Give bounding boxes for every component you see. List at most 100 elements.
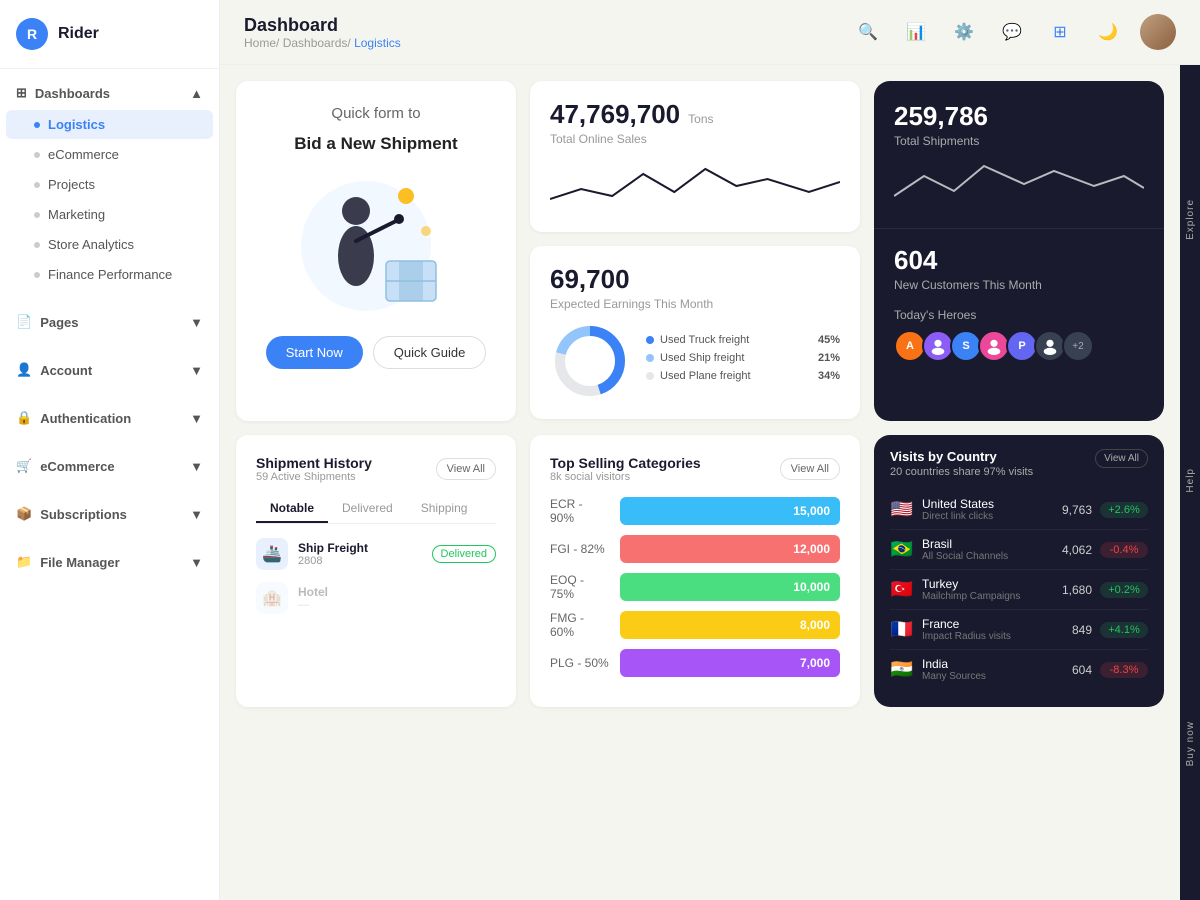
country-row-in: 🇮🇳 India Many Sources 604 -8.3%	[890, 650, 1148, 689]
grid-icon[interactable]: ⊞	[1044, 16, 1076, 48]
account-label: Account	[40, 363, 92, 378]
user-avatar[interactable]	[1140, 14, 1176, 50]
shipments-chart	[894, 156, 1144, 216]
sidebar-item-ecommerce[interactable]: eCommerce	[6, 140, 213, 169]
explore-label[interactable]: Explore	[1185, 199, 1196, 240]
chat-icon[interactable]: 💬	[996, 16, 1028, 48]
br-change: -0.4%	[1100, 542, 1148, 558]
page-title: Dashboard	[244, 15, 401, 36]
sidebar-item-logistics-label: Logistics	[48, 117, 105, 132]
sidebar-item-marketing-label: Marketing	[48, 207, 105, 222]
eoq-label: EOQ - 75%	[550, 573, 610, 601]
fr-change: +4.1%	[1100, 622, 1148, 638]
dashboards-group[interactable]: ⊞ Dashboards ▲	[0, 77, 219, 109]
total-sales-label: Total Online Sales	[550, 132, 840, 146]
top-selling-subtitle: 8k social visitors	[550, 471, 701, 483]
us-name: United States	[922, 497, 1044, 511]
content-wrapper: Quick form to Bid a New Shipment	[220, 65, 1200, 900]
eoq-value: 10,000	[793, 580, 830, 594]
tr-source: Mailchimp Campaigns	[922, 591, 1044, 602]
header-actions: 🔍 📊 ⚙️ 💬 ⊞ 🌙	[852, 14, 1176, 50]
bar-row-plg: PLG - 50% 7,000	[550, 649, 840, 677]
theme-icon[interactable]: 🌙	[1092, 16, 1124, 48]
auth-icon: 🔒	[16, 410, 32, 426]
chevron-down-icon: ▼	[190, 459, 203, 474]
new-customers-label: New Customers This Month	[894, 278, 1144, 292]
visits-header: Visits by Country 20 countries share 97%…	[890, 449, 1148, 478]
total-sales-chart	[550, 154, 840, 214]
ship-number: 2808	[298, 555, 422, 567]
tr-name: Turkey	[922, 577, 1044, 591]
eoq-bar: 10,000	[620, 573, 840, 601]
sidebar-item-marketing[interactable]: Marketing	[6, 200, 213, 229]
total-shipments-label: Total Shipments	[894, 134, 1144, 148]
file-manager-group[interactable]: 📁 File Manager ▼	[0, 546, 219, 578]
top-selling-card: Top Selling Categories 8k social visitor…	[530, 435, 860, 707]
pages-group[interactable]: 📄 Pages ▼	[0, 306, 219, 338]
subscriptions-icon: 📦	[16, 506, 32, 522]
ecr-label: ECR - 90%	[550, 497, 610, 525]
fgi-bar: 12,000	[620, 535, 840, 563]
file-manager-label: File Manager	[40, 555, 119, 570]
analytics-icon[interactable]: 📊	[900, 16, 932, 48]
fgi-value: 12,000	[793, 542, 830, 556]
br-name: Brasil	[922, 537, 1044, 551]
fr-visits: 849	[1052, 623, 1092, 637]
sidebar-item-ecommerce-label: eCommerce	[48, 147, 119, 162]
breadcrumb: Home/ Dashboards/ Logistics	[244, 36, 401, 50]
visits-subtitle: 20 countries share 97% visits	[890, 466, 1033, 478]
ecommerce-group[interactable]: 🛒 eCommerce ▼	[0, 450, 219, 482]
total-sales-value: 47,769,700	[550, 99, 680, 130]
account-icon: 👤	[16, 362, 32, 378]
sidebar-item-logistics[interactable]: Logistics	[6, 110, 213, 139]
pages-section: 📄 Pages ▼	[0, 298, 219, 346]
ecr-bar: 15,000	[620, 497, 840, 525]
buy-now-label[interactable]: Buy now	[1185, 721, 1196, 766]
shipment-row: 🚢 Ship Freight 2808 Delivered	[256, 532, 496, 576]
account-group[interactable]: 👤 Account ▼	[0, 354, 219, 386]
tr-visits: 1,680	[1052, 583, 1092, 597]
logo-icon: R	[16, 18, 48, 50]
search-icon[interactable]: 🔍	[852, 16, 884, 48]
chevron-down-icon: ▼	[190, 363, 203, 378]
top-selling-view-all-button[interactable]: View All	[780, 458, 840, 480]
shipment-view-all-button[interactable]: View All	[436, 458, 496, 480]
us-change: +2.6%	[1100, 502, 1148, 518]
plg-value: 7,000	[800, 656, 830, 670]
pages-label: Pages	[40, 315, 78, 330]
quick-guide-button[interactable]: Quick Guide	[373, 336, 487, 369]
dashboards-label: Dashboards	[35, 86, 110, 101]
breadcrumb-home: Home/	[244, 36, 283, 50]
tab-delivered[interactable]: Delivered	[328, 495, 407, 523]
hotel-num: —	[298, 599, 496, 611]
br-flag: 🇧🇷	[890, 539, 914, 560]
br-info: Brasil All Social Channels	[922, 537, 1044, 562]
file-manager-icon: 📁	[16, 554, 32, 570]
help-label[interactable]: Help	[1185, 468, 1196, 493]
visits-title-area: Visits by Country 20 countries share 97%…	[890, 449, 1033, 478]
total-sales-unit: Tons	[688, 112, 713, 126]
settings-icon[interactable]: ⚙️	[948, 16, 980, 48]
us-source: Direct link clicks	[922, 511, 1044, 522]
visits-view-all-button[interactable]: View All	[1095, 449, 1148, 468]
tab-notable[interactable]: Notable	[256, 495, 328, 523]
shipment-history-card: Shipment History 59 Active Shipments Vie…	[236, 435, 516, 707]
chevron-down-icon: ▼	[190, 555, 203, 570]
subscriptions-group[interactable]: 📦 Subscriptions ▼	[0, 498, 219, 530]
sidebar-item-store-analytics[interactable]: Store Analytics	[6, 230, 213, 259]
ship-dot	[646, 354, 654, 362]
todays-heroes: Today's Heroes A S P	[874, 304, 1164, 378]
app-logo[interactable]: R Rider	[0, 0, 219, 69]
sidebar-item-projects[interactable]: Projects	[6, 170, 213, 199]
sidebar-item-finance-performance[interactable]: Finance Performance	[6, 260, 213, 289]
chevron-up-icon: ▲	[190, 86, 203, 101]
auth-group[interactable]: 🔒 Authentication ▼	[0, 402, 219, 434]
start-now-button[interactable]: Start Now	[266, 336, 363, 369]
pages-icon: 📄	[16, 314, 32, 330]
tr-info: Turkey Mailchimp Campaigns	[922, 577, 1044, 602]
in-change: -8.3%	[1100, 662, 1148, 678]
fgi-label: FGI - 82%	[550, 542, 610, 556]
tab-shipping[interactable]: Shipping	[407, 495, 482, 523]
dot	[34, 152, 40, 158]
dashboards-section: ⊞ Dashboards ▲ Logistics eCommerce Proje…	[0, 69, 219, 298]
